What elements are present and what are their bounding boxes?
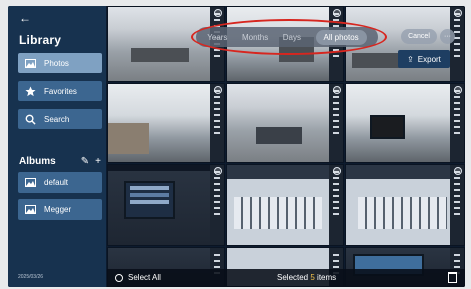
plus-icon[interactable]: + (95, 156, 101, 167)
sidebar-item-search[interactable]: Search (18, 109, 102, 129)
export-icon: ⇪ (407, 54, 414, 64)
albums-title: Albums (19, 156, 56, 167)
select-checkbox[interactable] (454, 9, 462, 17)
highlight-ellipse (191, 19, 387, 55)
photo-thumbnail[interactable] (107, 83, 225, 163)
album-icon (24, 177, 37, 188)
photo-thumbnail[interactable] (107, 164, 225, 246)
select-all-label: Select All (128, 273, 161, 282)
photo-thumbnail[interactable] (226, 83, 344, 163)
select-all-circle-icon (115, 273, 123, 282)
app-frame: ← Library Photos Favorites Search Albums… (8, 6, 465, 287)
album-item-default[interactable]: default (18, 172, 102, 193)
export-label: Export (417, 54, 441, 64)
sidebar-item-photos[interactable]: Photos (18, 53, 102, 73)
cancel-button[interactable]: Cancel (401, 29, 437, 44)
photo-thumbnail[interactable] (345, 164, 465, 246)
sidebar-item-favorites[interactable]: Favorites (18, 81, 102, 101)
select-all-button[interactable]: Select All (115, 273, 161, 282)
select-checkbox[interactable] (214, 86, 222, 94)
more-options-button[interactable]: ··· (440, 29, 455, 44)
star-icon (24, 85, 37, 97)
select-checkbox[interactable] (214, 167, 222, 175)
sidebar: ← Library Photos Favorites Search Albums… (8, 6, 106, 287)
pencil-icon[interactable]: ✎ (81, 156, 89, 167)
selected-suffix: items (314, 273, 337, 282)
photo-thumbnail[interactable] (226, 164, 344, 246)
albums-header: Albums ✎ + (19, 156, 101, 167)
photo-thumbnail[interactable] (345, 83, 465, 163)
photo-icon (24, 58, 37, 69)
select-checkbox[interactable] (333, 167, 341, 175)
export-button[interactable]: ⇪ Export (398, 50, 450, 68)
search-icon (24, 114, 37, 125)
album-label: default (44, 178, 69, 187)
selected-count: Selected 5 items (277, 273, 336, 282)
select-checkbox[interactable] (454, 86, 462, 94)
trash-icon[interactable] (448, 272, 457, 283)
selection-bar: Select All Selected 5 items (107, 269, 465, 287)
select-checkbox[interactable] (214, 9, 222, 17)
select-checkbox[interactable] (333, 86, 341, 94)
sidebar-item-label: Photos (44, 58, 69, 68)
back-button[interactable]: ← (19, 12, 31, 24)
album-item-megger[interactable]: Megger (18, 199, 102, 220)
album-label: Megger (44, 205, 72, 214)
version-label: 2025/03/26 (18, 274, 44, 280)
sidebar-item-label: Favorites (44, 86, 77, 96)
select-checkbox[interactable] (333, 9, 341, 17)
sidebar-item-label: Search (44, 114, 70, 124)
album-icon (24, 204, 37, 215)
selected-prefix: Selected (277, 273, 311, 282)
library-title: Library (19, 33, 62, 47)
select-checkbox[interactable] (454, 167, 462, 175)
